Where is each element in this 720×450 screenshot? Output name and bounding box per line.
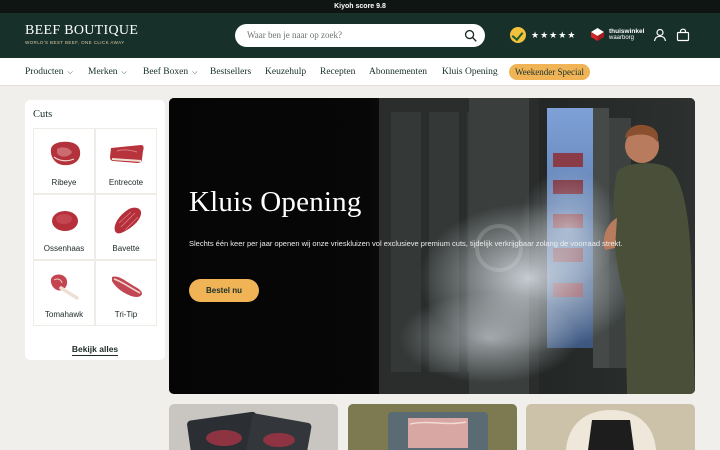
cut-bavette[interactable]: Bavette <box>95 194 157 260</box>
star-icon: ★ <box>549 30 558 40</box>
ribeye-image <box>50 141 81 166</box>
nav-item-kluis-opening[interactable]: Kluis Opening <box>442 58 498 86</box>
star-icon: ★ <box>540 30 549 40</box>
cut-entrecote[interactable]: Entrecote <box>95 128 157 194</box>
nav-item-merken[interactable]: Merken ⌵ <box>88 58 127 86</box>
product-image-3 <box>526 404 695 450</box>
cut-label: Bavette <box>112 244 140 253</box>
site-header: BEEF BOUTIQUE WORLD'S BEST BEEF, ONE CLI… <box>0 13 720 58</box>
thuiswinkel-badge[interactable]: thuiswinkel waarborg <box>590 27 644 42</box>
hero-title: Kluis Opening <box>189 186 362 218</box>
product-tile-1[interactable] <box>169 404 338 450</box>
kiyoh-rating[interactable]: ★ ★ ★ ★ ★ <box>510 26 576 44</box>
logo-tagline: WORLD'S BEST BEEF, ONE CLICK AWAY <box>25 40 125 45</box>
logo-title: BEEF BOUTIQUE <box>25 23 139 38</box>
announcement-text: Kiyoh score 9.8 <box>334 3 386 10</box>
logo[interactable]: BEEF BOUTIQUE WORLD'S BEST BEEF, ONE CLI… <box>25 23 138 45</box>
star-icon: ★ <box>558 30 567 40</box>
entrecote-image <box>110 145 144 163</box>
product-tile-2[interactable] <box>348 404 517 450</box>
kiyoh-badge-icon <box>510 27 526 43</box>
chevron-down-icon: ⌵ <box>121 68 127 76</box>
main-nav: Producten ⌵ Merken ⌵ Beef Boxen ⌵ Bestselle… <box>0 58 720 86</box>
cut-tri-tip[interactable]: Tri-Tip <box>95 260 157 326</box>
nav-item-recepten[interactable]: Recepten <box>320 58 355 86</box>
search-bar[interactable]: Waar ben je naar op zoek? <box>235 24 485 47</box>
cut-tomahawk[interactable]: Tomahawk <box>33 260 95 326</box>
cut-ribeye[interactable]: Ribeye <box>33 128 95 194</box>
cut-label: Ossenhaas <box>43 244 85 253</box>
nav-item-producten[interactable]: Producten ⌵ <box>25 58 73 86</box>
tomahawk-image <box>50 274 79 300</box>
cuts-title: Cuts <box>33 109 53 120</box>
thuiswinkel-line1: thuiswinkel <box>609 27 645 35</box>
hero-subtitle: Slechts één keer per jaar openen wij onz… <box>189 239 623 248</box>
nav-item-beef-boxen[interactable]: Beef Boxen ⌵ <box>143 58 197 86</box>
cut-ossenhaas[interactable]: Ossenhaas <box>33 194 95 260</box>
cuts-panel: Cuts Ribeye Entrecote Ossenhaas Bavette <box>25 100 165 360</box>
star-icon: ★ <box>567 30 576 40</box>
rating-stars: ★ ★ ★ ★ ★ <box>531 30 576 40</box>
product-tile-3[interactable] <box>526 404 695 450</box>
cut-label: Ribeye <box>51 178 77 187</box>
tri-tip-image <box>112 276 142 297</box>
user-icon[interactable] <box>653 28 667 42</box>
order-now-button[interactable]: Bestel nu <box>189 279 259 302</box>
thuiswinkel-logo-icon <box>591 28 604 41</box>
search-icon[interactable] <box>464 29 477 42</box>
chevron-down-icon: ⌵ <box>192 68 198 76</box>
cut-label: Entrecote <box>108 178 144 187</box>
nav-item-bestsellers[interactable]: Bestsellers <box>210 58 251 86</box>
cut-label: Tomahawk <box>44 310 84 319</box>
nav-item-abonnementen[interactable]: Abonnementen <box>369 58 427 86</box>
nav-item-keuzehulp[interactable]: Keuzehulp <box>265 58 306 86</box>
product-image-1 <box>169 404 338 450</box>
thuiswinkel-line2: waarborg <box>609 34 635 41</box>
nav-item-weekender-special[interactable]: Weekender Special <box>509 64 590 80</box>
see-all-cuts-link[interactable]: Bekijk alles <box>25 339 165 357</box>
search-input[interactable]: Waar ben je naar op zoek? <box>247 24 342 47</box>
see-all-label: Bekijk alles <box>71 344 119 356</box>
bavette-image <box>114 207 142 234</box>
chevron-down-icon: ⌵ <box>67 68 73 76</box>
product-image-2 <box>348 404 517 450</box>
announcement-bar: Kiyoh score 9.8 <box>0 0 720 13</box>
cut-label: Tri-Tip <box>114 310 138 319</box>
cart-icon[interactable] <box>676 28 690 42</box>
ossenhaas-image <box>52 211 78 231</box>
star-icon: ★ <box>531 30 540 40</box>
hero-banner[interactable]: Kluis Opening Slechts één keer per jaar … <box>169 98 695 394</box>
